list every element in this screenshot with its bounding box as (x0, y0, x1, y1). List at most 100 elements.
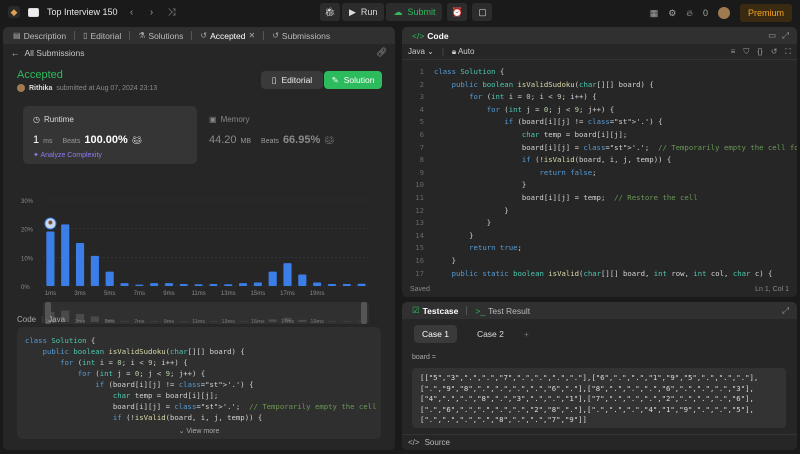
brush-tick-label: 9ms (164, 319, 175, 325)
settings-gear-icon[interactable]: ⚙ (668, 8, 676, 19)
code-editor[interactable]: 12345678910111213141516171819 class Solu… (402, 60, 797, 282)
expand-icon[interactable]: ⤢ (782, 30, 789, 41)
brush-tick-label: 19ms (310, 319, 324, 325)
chart-bar[interactable] (150, 283, 159, 286)
case-1-tab[interactable]: Case 1 (414, 325, 457, 343)
tab-testcase[interactable]: ☑ Testcase (408, 305, 462, 316)
source-row[interactable]: </> Source (402, 434, 797, 450)
minimize-icon[interactable]: ▭ (768, 30, 776, 41)
chart-bar[interactable] (342, 283, 351, 286)
terminal-icon: >_ (475, 305, 486, 316)
chart-bar[interactable] (135, 284, 144, 286)
y-tick-label: 30% (21, 199, 34, 205)
timer-icon[interactable]: ⏰ (447, 3, 468, 21)
description-icon: ▤ (13, 31, 21, 40)
tab-description[interactable]: ▤ Description (9, 31, 70, 41)
all-submissions-link[interactable]: All Submissions (25, 48, 85, 58)
chart-bar[interactable] (268, 271, 277, 286)
x-tick-label: 7ms (134, 291, 145, 297)
close-tab-icon[interactable]: ✕ (249, 31, 256, 40)
chart-bar[interactable] (75, 243, 85, 286)
brush-tick-label: 5ms (104, 319, 115, 325)
problem-list-title[interactable]: Top Interview 150 (47, 7, 118, 17)
y-tick-label: 20% (21, 228, 34, 234)
prev-problem-icon[interactable]: ‹ (126, 7, 138, 18)
submitter-name[interactable]: Rithika (29, 85, 52, 92)
runtime-card[interactable]: ◷ Runtime 1 ms Beats 100.00% 🐸︎ ✦ Analyze… (23, 106, 197, 164)
x-tick-label: 19ms (310, 291, 325, 297)
tab-test-result[interactable]: >_ Test Result (471, 306, 534, 316)
fullscreen-icon[interactable]: ⛶ (785, 47, 791, 57)
chart-bar[interactable] (357, 283, 366, 286)
notes-icon[interactable]: ▢ (472, 3, 493, 21)
x-tick-label: 1ms (45, 291, 56, 297)
chart-bar[interactable] (209, 283, 218, 286)
run-button[interactable]: ▶ Run (342, 3, 385, 21)
reset-icon[interactable]: ↺ (771, 47, 778, 57)
language-select[interactable]: Java ⌄ (408, 47, 434, 56)
layout-icon[interactable]: ▦ (650, 8, 659, 19)
solution-button[interactable]: ✎ Solution (324, 71, 382, 89)
analyze-complexity-link[interactable]: ✦ Analyze Complexity (33, 151, 142, 159)
memory-card[interactable]: ▣ Memory 44.20 MB Beats 66.95% 🐸︎ (209, 115, 334, 146)
tab-solutions[interactable]: ⚗ Solutions (134, 31, 187, 41)
tab-code[interactable]: </> Code (408, 31, 453, 41)
expand-icon[interactable]: ⤢ (782, 305, 797, 316)
bookmark-icon[interactable]: ⛉ (743, 47, 749, 57)
braces-icon[interactable]: {} (757, 47, 762, 57)
chart-bar[interactable] (253, 282, 262, 286)
left-tab-bar: ▤ Description ▯ Editorial ⚗ Solutions ↺ Acce… (3, 27, 395, 44)
view-more-link[interactable]: ⌄ View more (17, 427, 381, 435)
streak-fire-icon[interactable]: 🔥︎ (686, 8, 693, 19)
x-tick-label: 13ms (221, 291, 236, 297)
chart-bar[interactable] (327, 283, 337, 286)
runtime-distribution-chart[interactable]: 30% 20% 10% 0% 1ms 3ms 5ms 7ms 9ms 11ms 13ms 15ms 17… (17, 169, 387, 329)
user-avatar[interactable] (717, 7, 730, 19)
problem-list-icon[interactable] (28, 7, 39, 17)
chart-bar[interactable] (179, 283, 188, 286)
add-case-button[interactable]: + (524, 329, 529, 339)
chart-bar[interactable] (120, 283, 129, 286)
beats-label: Beats (62, 138, 81, 145)
tab-editorial[interactable]: ▯ Editorial (79, 31, 125, 41)
editorial-button[interactable]: ▯ Editorial (261, 71, 323, 89)
board-input[interactable]: [["5","3",".",".","7",".",".",".","."],[… (412, 368, 786, 428)
board-param-label: board = (412, 354, 436, 361)
editor-code[interactable]: class Solution { public boolean isValidS… (434, 66, 797, 282)
chart-bar[interactable] (238, 283, 248, 286)
flask-icon: ⚗ (138, 31, 146, 40)
brush-tick-label: 7ms (134, 319, 145, 325)
chart-bar[interactable] (46, 231, 55, 286)
chart-bar[interactable] (61, 224, 70, 286)
submitter-info: Rithika submitted at Aug 07, 2024 23:13 (17, 84, 157, 92)
all-submissions-row: ← All Submissions 🔗︎ (3, 44, 395, 61)
chart-bar[interactable] (164, 283, 174, 286)
auto-mode-toggle[interactable]: 🔒︎ Auto (452, 47, 475, 57)
brush-handle-right[interactable] (361, 302, 367, 324)
chart-bar[interactable] (194, 284, 203, 286)
chart-bar[interactable] (298, 274, 307, 286)
shuffle-icon[interactable]: ⤨ (166, 7, 178, 18)
share-link-icon[interactable]: 🔗︎ (376, 47, 387, 58)
tab-accepted[interactable]: ↺ Accepted ✕ (196, 31, 259, 41)
debug-button[interactable]: 🐞︎ (320, 3, 340, 21)
chart-bar[interactable] (313, 282, 322, 286)
format-icon[interactable]: ≡ (731, 47, 736, 57)
back-arrow-icon[interactable]: ← (11, 48, 20, 58)
case-2-tab[interactable]: Case 2 (469, 325, 512, 343)
premium-button[interactable]: Premium (739, 4, 792, 22)
book-icon: ▯ (83, 31, 88, 40)
source-label: Source (424, 438, 450, 447)
next-problem-icon[interactable]: › (146, 7, 158, 18)
submitted-code-block[interactable]: class Solution { public boolean isValidS… (17, 327, 381, 439)
chart-bar[interactable] (90, 255, 99, 286)
memory-unit: MB (240, 138, 252, 145)
tab-submissions[interactable]: ↺ Submissions (268, 31, 334, 41)
chart-bar[interactable] (283, 263, 292, 286)
left-panel: ▤ Description ▯ Editorial ⚗ Solutions ↺ Acce… (3, 27, 395, 450)
leetcode-logo-icon[interactable]: ◆ (8, 6, 20, 18)
submit-button[interactable]: ☁ Submit (386, 3, 443, 21)
chart-bar[interactable] (105, 271, 114, 286)
submitter-avatar[interactable] (17, 84, 25, 92)
chart-bar[interactable] (224, 284, 233, 286)
